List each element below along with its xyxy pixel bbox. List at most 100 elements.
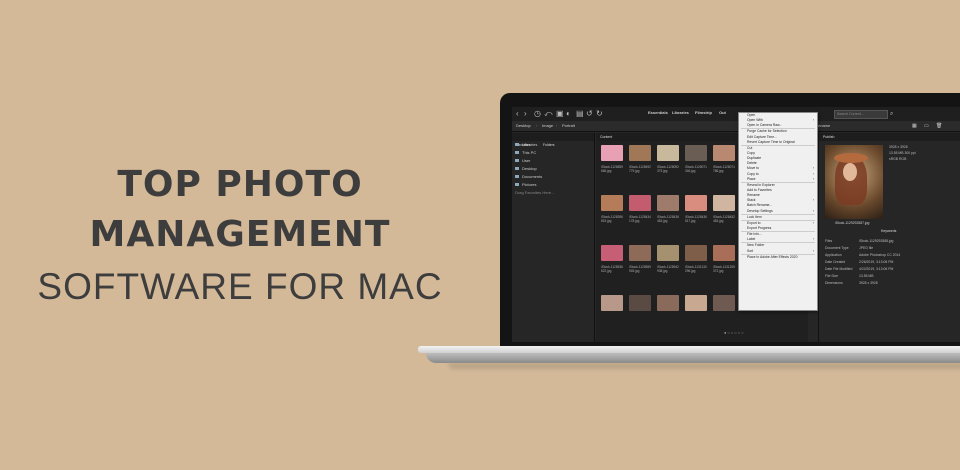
documents-icon: [515, 175, 519, 179]
menu-item-label: Label: [747, 237, 756, 242]
thumbnail[interactable]: [601, 295, 623, 311]
thumbnail-label: iStock-1128396 815.jpg: [601, 215, 623, 223]
workspace-libraries[interactable]: Libraries: [672, 110, 689, 115]
menu-item[interactable]: Open in Camera Raw...: [739, 123, 817, 128]
forward-icon[interactable]: ›: [524, 109, 527, 118]
submenu-arrow-icon: ›: [812, 208, 814, 213]
thumbnail-label: iStock-1128559 945.jpg: [629, 265, 651, 273]
breadcrumb-portrait[interactable]: Portrait: [562, 123, 575, 128]
headline-line-2: MANAGEMENT: [89, 214, 391, 255]
tab-folders[interactable]: Folders: [539, 141, 559, 149]
thumbnail[interactable]: [685, 295, 707, 311]
file-prop-value: iStock-1129292888.jpg: [859, 239, 894, 243]
file-prop-value: JPEG file: [859, 246, 874, 250]
thumbnail[interactable]: [657, 195, 679, 211]
thumbnail[interactable]: [685, 245, 707, 261]
menu-item[interactable]: Develop Settings ›: [739, 209, 817, 214]
tab-keywords[interactable]: Keywords: [881, 229, 896, 233]
thumbnail[interactable]: [629, 145, 651, 161]
favorite-item[interactable]: User: [512, 157, 594, 165]
meta-row: sRGB RGB: [889, 157, 907, 161]
menu-item-label: Delete: [747, 161, 757, 166]
trash-icon[interactable]: 🗑: [936, 123, 942, 129]
thumbnail[interactable]: [713, 245, 735, 261]
thumbnail[interactable]: [657, 245, 679, 261]
camera-icon[interactable]: ▣: [556, 109, 564, 118]
menu-item[interactable]: Lock Item: [739, 215, 817, 220]
menu-item-label: Reveal in Explorer: [747, 182, 775, 187]
workspace-filmstrip[interactable]: Filmstrip: [695, 110, 712, 115]
thumbnail[interactable]: [713, 195, 735, 211]
app-window: ‹ › ◷ ⤺ ▣ ◐ ▤ ↺ ↻ Essentials Libraries F…: [512, 107, 960, 342]
file-prop-key: Date Created: [825, 260, 846, 264]
laptop-bezel: ‹ › ◷ ⤺ ▣ ◐ ▤ ↺ ↻ Essentials Libraries F…: [500, 93, 960, 348]
open-recent-icon[interactable]: ▤: [576, 109, 584, 118]
menu-item[interactable]: Place ›: [739, 177, 817, 182]
thumbnail[interactable]: [601, 245, 623, 261]
submenu-arrow-icon: ›: [812, 237, 814, 242]
thumbnail[interactable]: [601, 195, 623, 211]
favorite-item[interactable]: Documents: [512, 173, 594, 181]
menu-item-label: Add to Favorites: [747, 187, 772, 192]
thumbnail[interactable]: [629, 295, 651, 311]
new-folder-icon[interactable]: ▭: [924, 123, 929, 129]
workspace-output[interactable]: Out: [719, 110, 726, 115]
file-prop-key: Files: [825, 239, 833, 243]
favorite-item[interactable]: Pictures: [512, 181, 594, 189]
file-prop-value: 3928 x 3928: [859, 281, 878, 285]
menu-item[interactable]: Export Progress: [739, 226, 817, 231]
thumbnail[interactable]: [629, 245, 651, 261]
menu-item-label: New Folder: [747, 243, 765, 248]
thumbnail[interactable]: [713, 145, 735, 161]
history-icon[interactable]: ◷: [534, 109, 541, 118]
menu-item-label: Copy to: [747, 171, 759, 176]
thumbnail[interactable]: [685, 145, 707, 161]
thumbnail-label: iStock-1128092 373.jpg: [657, 165, 679, 173]
meta-row: 13.55 MB 300 ppi: [889, 151, 916, 155]
menu-item-label: Copy: [747, 150, 755, 155]
file-prop-value: 4/22/2019, 3:13:06 PM: [859, 267, 894, 271]
thumbnail-label: iStock-1131130 296.jpg: [685, 265, 707, 273]
laptop-base: [418, 346, 960, 370]
menu-item-label: Open: [747, 113, 756, 117]
view-options-icon[interactable]: ▦: [912, 123, 917, 129]
menu-item-label: Duplicate: [747, 156, 762, 161]
thumbnail[interactable]: [685, 195, 707, 211]
menu-item[interactable]: Label ›: [739, 237, 817, 242]
thumbnail-label: iStock-1128436 517.jpg: [685, 215, 707, 223]
menu-item[interactable]: Place In Adobe After Effects 2020: [739, 255, 817, 260]
search-icon[interactable]: ⌕: [890, 110, 893, 119]
tab-publish[interactable]: Publish: [819, 133, 960, 141]
thumbnail[interactable]: [713, 295, 735, 311]
menu-item-label: Lock Item: [747, 214, 762, 219]
file-prop-key: Dimensions: [825, 281, 843, 285]
menu-item-label: Develop Settings: [747, 208, 773, 213]
rotate-left-icon[interactable]: ↺: [586, 109, 593, 118]
headline: TOP PHOTO MANAGEMENT SOFTWARE FOR MAC: [0, 160, 480, 314]
favorite-item[interactable]: Desktop: [512, 165, 594, 173]
breadcrumb-desktop[interactable]: Desktop: [516, 123, 531, 128]
menu-item-label: Edit Capture Time...: [747, 134, 777, 139]
boomerang-icon[interactable]: ⤺: [544, 109, 553, 118]
menu-item-label: Export to: [747, 220, 761, 225]
thumbnail[interactable]: [657, 295, 679, 311]
menu-item[interactable]: Revert Capture Time to Original: [739, 140, 817, 145]
thumbnail-label: iStock-1128942 938.jpg: [657, 265, 679, 273]
menu-item-label: Sort: [747, 248, 754, 253]
search-input[interactable]: Search Current...: [834, 110, 888, 119]
rotate-right-icon[interactable]: ↻: [596, 109, 603, 118]
right-panel: Publish iStock-1129292887.jpg Keywords 3…: [818, 133, 960, 342]
favorite-item[interactable]: This PC: [512, 149, 594, 157]
left-tabs: Favorites Folders: [512, 133, 594, 147]
refine-icon[interactable]: ◐: [566, 109, 571, 118]
thumbnail[interactable]: [657, 145, 679, 161]
thumbnail-label: iStock-1128434 178.jpg: [629, 215, 651, 223]
file-prop-value: 13.55 MB: [859, 274, 874, 278]
workspace-essentials[interactable]: Essentials: [648, 110, 668, 115]
menu-item[interactable]: Sort ›: [739, 249, 817, 254]
thumbnail[interactable]: [601, 145, 623, 161]
back-icon[interactable]: ‹: [516, 109, 519, 118]
breadcrumb-image[interactable]: Image: [542, 123, 553, 128]
pager-dots[interactable]: ●○○○○○: [724, 330, 745, 335]
thumbnail[interactable]: [629, 195, 651, 211]
